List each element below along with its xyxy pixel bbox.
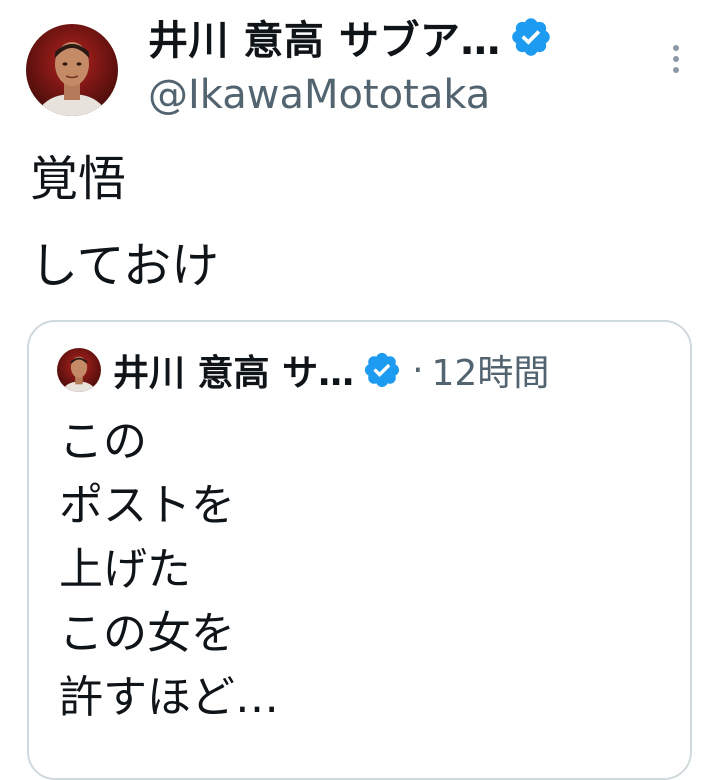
author-display-name[interactable]: 井川 意高 サブア… xyxy=(148,8,501,66)
tweet-text-line: しておけ xyxy=(30,238,220,294)
author-handle[interactable]: @IkawaMototaka xyxy=(148,72,490,118)
quoted-tweet-timestamp[interactable]: 12時間 xyxy=(432,344,550,396)
quoted-author-display-name[interactable]: 井川 意高 サ… xyxy=(113,344,354,396)
avatar-photo xyxy=(26,24,118,116)
author-avatar[interactable] xyxy=(26,24,118,116)
author-name-row[interactable]: 井川 意高 サブア… xyxy=(148,8,553,66)
tweet-body: 覚悟 しておけ xyxy=(30,150,219,324)
quoted-author-avatar[interactable] xyxy=(57,348,101,392)
more-vertical-icon[interactable] xyxy=(666,42,686,78)
verified-badge-icon xyxy=(512,18,550,56)
quoted-text-line: ポストを xyxy=(59,480,235,531)
avatar-photo xyxy=(57,348,101,392)
quoted-text-line: この xyxy=(59,416,147,467)
quoted-text-line: 上げた xyxy=(59,544,191,595)
verified-badge-icon xyxy=(364,352,400,388)
tweet-text-line: 覚悟 xyxy=(30,151,127,207)
quoted-text-line: 許すほど… xyxy=(59,672,279,723)
tweet-header: 井川 意高 サブア… @IkawaMototaka xyxy=(0,0,720,130)
quoted-tweet-header: 井川 意高 サ… · 12時間 xyxy=(57,344,549,396)
quoted-tweet-body: この ポストを 上げた この女を 許すほど… xyxy=(59,410,279,730)
meta-separator: · xyxy=(412,349,424,391)
quoted-tweet-card[interactable]: 井川 意高 サ… · 12時間 この ポストを 上げた この女を 許すほど… xyxy=(27,320,692,780)
quoted-text-line: この女を xyxy=(59,608,235,659)
